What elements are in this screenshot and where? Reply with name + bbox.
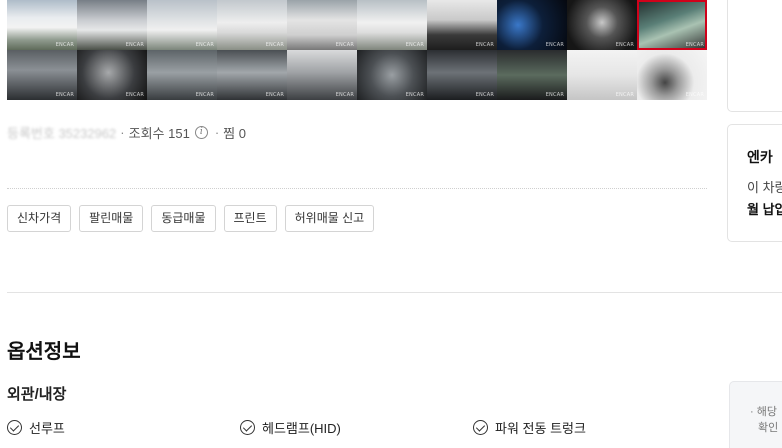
photo-thumbnail[interactable]: ENCAR (567, 0, 637, 50)
monthly-payment-label: 월 납입 (747, 202, 782, 217)
listing-meta: 등록번호 35232962 · 조회수 151 i · 찜 0 (7, 123, 246, 142)
registration-number: 등록번호 35232962 (7, 126, 117, 141)
photo-thumbnail[interactable]: ENCAR (357, 0, 427, 50)
option-item-sunroof: 선루프 (7, 418, 65, 437)
encar-info-title: 엔카 (747, 149, 773, 165)
section-divider (7, 292, 782, 293)
check-circle-icon (240, 420, 255, 435)
report-fake-listing-button[interactable]: 허위매물 신고 (284, 205, 375, 232)
option-label: 선루프 (29, 421, 65, 436)
photo-thumbnail[interactable]: ENCAR (77, 0, 147, 50)
sold-listings-button[interactable]: 팔린매물 (79, 205, 144, 232)
check-circle-icon (7, 420, 22, 435)
dotted-divider (7, 188, 707, 189)
photo-thumbnail[interactable]: ENCAR (217, 0, 287, 50)
photo-thumbnail[interactable]: ENCAR (287, 0, 357, 50)
print-button[interactable]: 프린트 (223, 205, 277, 232)
new-car-price-button[interactable]: 신차가격 (7, 205, 72, 232)
action-buttons: 신차가격 팔린매물 동급매물 프린트 허위매물 신고 (7, 205, 375, 232)
photo-thumbnail-selected[interactable]: ENCAR (637, 0, 707, 50)
notice-line: · 해당 (750, 406, 777, 418)
photo-thumbnail[interactable]: ENCAR (7, 0, 77, 50)
option-item-hid-headlamp: 헤드램프(HID) (240, 418, 341, 437)
similar-listings-button[interactable]: 동급매물 (151, 205, 216, 232)
photo-thumbnail[interactable]: ENCAR (7, 50, 77, 100)
meta-separator: · (214, 125, 220, 140)
option-item-power-trunk: 파워 전동 트렁크 (473, 418, 586, 437)
notice-line: 확인 (758, 422, 779, 434)
notice-card: · 해당 확인 (729, 381, 782, 448)
photo-thumbnail[interactable]: ENCAR (147, 0, 217, 50)
photo-thumbnail[interactable]: ENCAR (77, 50, 147, 100)
photo-thumbnail[interactable]: ENCAR (147, 50, 217, 100)
photo-thumbnail[interactable]: ENCAR (497, 0, 567, 50)
options-section-title: 옵션정보 (7, 341, 81, 363)
photo-thumbnail[interactable]: ENCAR (427, 50, 497, 100)
option-label: 파워 전동 트렁크 (495, 421, 586, 436)
photo-thumbnail[interactable]: ENCAR (497, 50, 567, 100)
info-icon[interactable]: i (194, 126, 208, 139)
meta-separator: · (120, 125, 125, 140)
photo-thumbnail[interactable]: ENCAR (567, 50, 637, 100)
option-label: 헤드램프(HID) (262, 421, 341, 436)
photo-thumbnail[interactable]: ENCAR (427, 0, 497, 50)
encar-info-desc: 이 차량 (747, 180, 782, 195)
photo-thumbnail[interactable]: ENCAR (637, 50, 707, 100)
photo-thumbnail[interactable]: ENCAR (287, 50, 357, 100)
price-summary-card (727, 0, 782, 112)
options-category-title: 외관/내장 (7, 386, 67, 403)
view-count: 조회수 151 (128, 126, 190, 141)
photo-thumbnail[interactable]: ENCAR (217, 50, 287, 100)
photo-thumbnail[interactable]: ENCAR (357, 50, 427, 100)
photo-thumbnail-grid: ENCAR ENCAR ENCAR ENCAR ENCAR ENCAR ENCA… (7, 0, 707, 101)
like-count: 찜 0 (223, 126, 246, 141)
encar-info-card: 엔카 이 차량 월 납입 (727, 124, 782, 242)
check-circle-icon (473, 420, 488, 435)
